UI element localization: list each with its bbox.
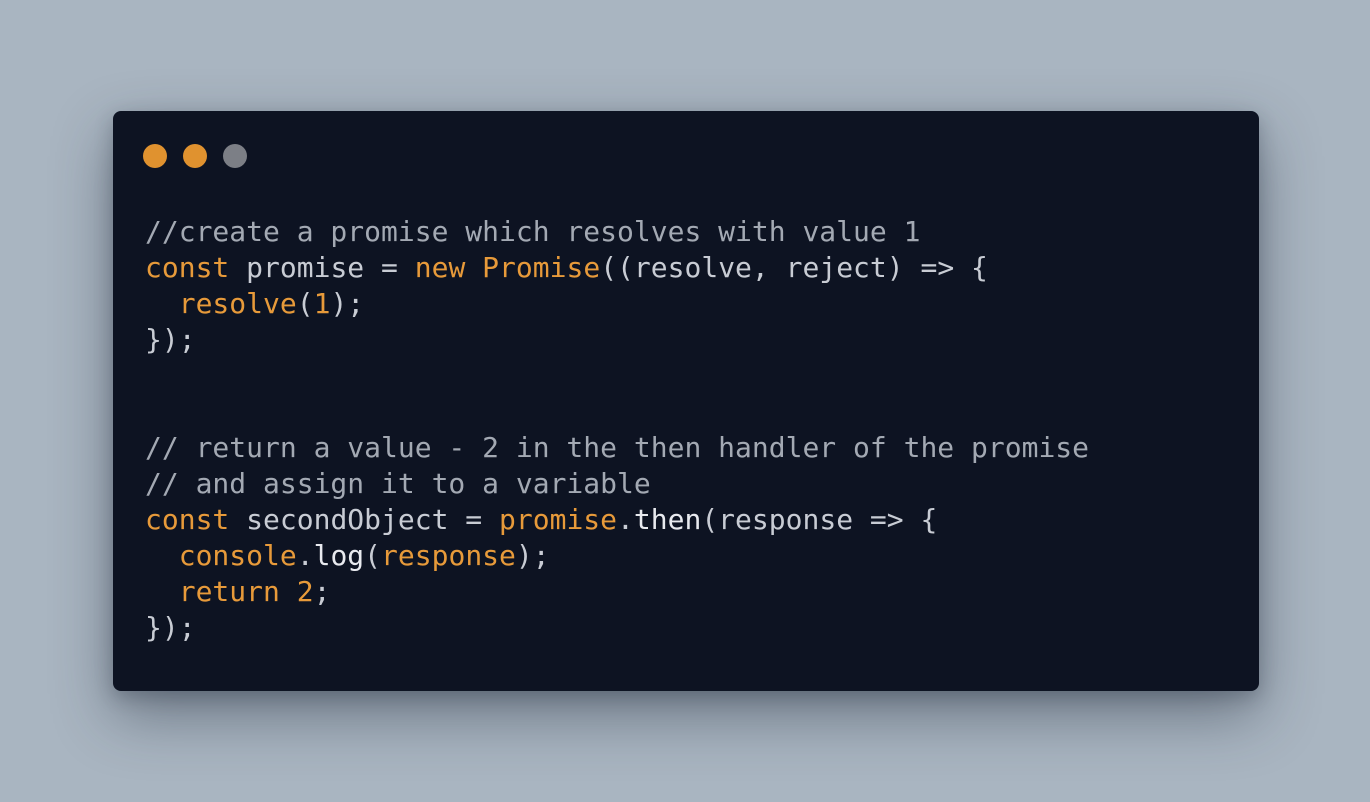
code-line: // and assign it to a variable bbox=[145, 466, 1089, 502]
code-line: }); bbox=[145, 610, 1089, 646]
code-token: console bbox=[178, 539, 297, 572]
code-token: new bbox=[414, 251, 466, 284]
code-token: ; bbox=[313, 575, 331, 608]
code-block: //create a promise which resolves with v… bbox=[145, 214, 1089, 646]
code-line: resolve(1); bbox=[145, 286, 1089, 322]
code-token: log bbox=[313, 539, 365, 572]
code-token: ); bbox=[515, 539, 550, 572]
code-window: //create a promise which resolves with v… bbox=[113, 111, 1259, 691]
code-token: }); bbox=[145, 611, 196, 644]
code-token: ( bbox=[296, 287, 314, 320]
code-line: // return a value - 2 in the then handle… bbox=[145, 430, 1089, 466]
code-token: secondObject = bbox=[229, 503, 500, 536]
code-line: const secondObject = promise.then(respon… bbox=[145, 502, 1089, 538]
code-line: console.log(response); bbox=[145, 538, 1089, 574]
code-line: const promise = new Promise((resolve, re… bbox=[145, 250, 1089, 286]
code-token: then bbox=[633, 503, 702, 536]
close-dot-icon[interactable] bbox=[143, 144, 167, 168]
code-token: const bbox=[145, 503, 230, 536]
code-token: //create a promise which resolves with v… bbox=[145, 215, 921, 248]
code-token: Promise bbox=[482, 251, 601, 284]
code-token: // return a value - 2 in the then handle… bbox=[145, 431, 1090, 464]
code-token: . bbox=[296, 539, 314, 572]
code-token: resolve bbox=[178, 287, 297, 320]
minimize-dot-icon[interactable] bbox=[183, 144, 207, 168]
code-token: . bbox=[617, 503, 634, 536]
code-token: ); bbox=[330, 287, 365, 320]
code-token: // and assign it to a variable bbox=[145, 467, 651, 500]
window-controls bbox=[143, 144, 247, 168]
code-token: promise bbox=[499, 503, 618, 536]
code-token: }); bbox=[145, 323, 196, 356]
code-token: 1 bbox=[313, 287, 331, 320]
code-token: response bbox=[381, 539, 516, 572]
code-line: }); bbox=[145, 322, 1089, 358]
maximize-dot-icon[interactable] bbox=[223, 144, 247, 168]
code-token: return bbox=[178, 575, 280, 608]
code-line: //create a promise which resolves with v… bbox=[145, 214, 1089, 250]
code-token: promise = bbox=[229, 251, 415, 284]
code-token: (response => { bbox=[701, 503, 938, 536]
code-token: ((resolve, reject) => { bbox=[600, 251, 988, 284]
code-token: ( bbox=[364, 539, 382, 572]
code-token: 2 bbox=[296, 575, 314, 608]
code-token: const bbox=[145, 251, 230, 284]
code-line: return 2; bbox=[145, 574, 1089, 610]
